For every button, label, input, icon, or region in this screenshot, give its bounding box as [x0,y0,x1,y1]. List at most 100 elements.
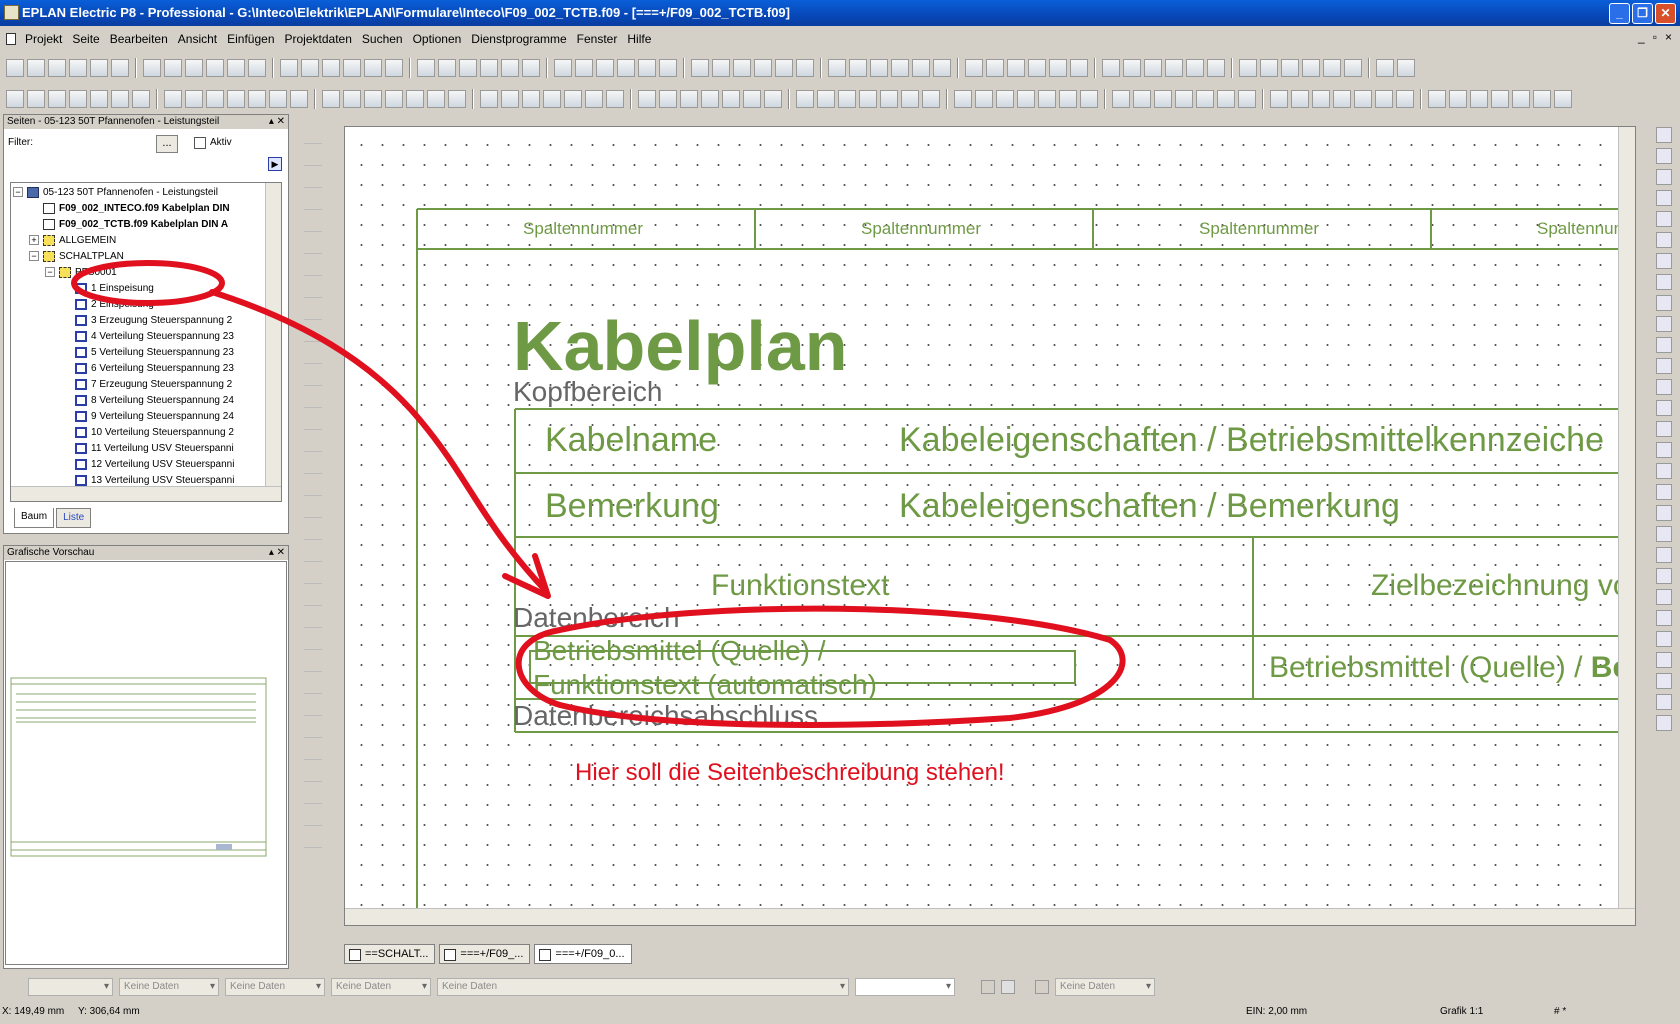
panel-close-icon[interactable]: ▴ ✕ [269,115,285,129]
toolbar-button[interactable] [27,90,45,108]
tree-item[interactable]: 3 Erzeugung Steuerspannung 2 [13,313,234,329]
tool-button[interactable] [304,610,322,628]
filter-button[interactable]: ... [156,135,178,153]
toolbar-button[interactable] [1554,90,1572,108]
tool-button[interactable] [304,698,322,716]
maximize-button[interactable]: ❐ [1632,3,1653,24]
toolbar-button[interactable] [417,59,435,77]
toolbar-button[interactable] [638,90,656,108]
tool-button[interactable] [1656,694,1672,710]
toolbar-button[interactable] [1376,59,1394,77]
tool-button[interactable] [304,368,322,386]
toolbar-button[interactable] [585,90,603,108]
toolbar-button[interactable] [1533,90,1551,108]
toolbar-button[interactable] [522,59,540,77]
tree-item[interactable]: 8 Verteilung Steuerspannung 24 [13,393,234,409]
toolbar-button[interactable] [712,59,730,77]
tool-button[interactable] [1656,400,1672,416]
toolbar-button[interactable] [1059,90,1077,108]
toolbar-button[interactable] [1080,90,1098,108]
tool-button[interactable] [304,302,322,320]
toolbar-button[interactable] [1238,90,1256,108]
toolbar-button[interactable] [870,59,888,77]
toolbar-button[interactable] [1281,59,1299,77]
tree-item[interactable]: 4 Verteilung Steuerspannung 23 [13,329,234,345]
menu-projektdaten[interactable]: Projektdaten [280,32,357,46]
toolbar-button[interactable] [1333,90,1351,108]
toolbar-button[interactable] [206,59,224,77]
tool-button[interactable] [304,742,322,760]
toolbar-button[interactable] [48,59,66,77]
menu-einfuegen[interactable]: Einfügen [222,32,279,46]
collapse-icon[interactable]: − [29,251,39,262]
toolbar-button[interactable] [1512,90,1530,108]
toolbar-button[interactable] [638,59,656,77]
menu-projekt[interactable]: Projekt [20,32,67,46]
toolbar-button[interactable] [1260,59,1278,77]
toolbar-button[interactable] [111,90,129,108]
combo-5[interactable]: Keine Daten [437,978,849,996]
tool-button[interactable] [1656,715,1672,731]
tree-item[interactable]: 9 Verteilung Steuerspannung 24 [13,409,234,425]
toolbar-button[interactable] [1123,59,1141,77]
tool-button[interactable] [304,632,322,650]
toolbar-button[interactable] [501,90,519,108]
toolbar-button[interactable] [1217,90,1235,108]
tree-item[interactable]: 11 Verteilung USV Steuerspanni [13,441,234,457]
tool-button[interactable] [1656,169,1672,185]
close-button[interactable]: ✕ [1655,3,1676,24]
tool-button[interactable] [1656,337,1672,353]
tool-button[interactable] [304,500,322,518]
toolbar-button[interactable] [1144,59,1162,77]
toolbar-button[interactable] [6,90,24,108]
toolbar-button[interactable] [90,59,108,77]
combo-4[interactable]: Keine Daten [331,978,431,996]
tool-button[interactable] [304,830,322,848]
toolbar-button[interactable] [891,59,909,77]
doc-tab-f09-1[interactable]: ===+/F09_... [439,944,531,964]
tool-button[interactable] [304,764,322,782]
tool-button[interactable] [304,654,322,672]
combo-3[interactable]: Keine Daten [225,978,325,996]
menu-ansicht[interactable]: Ansicht [173,32,222,46]
toolbar-button[interactable] [1154,90,1172,108]
toolbar-button[interactable] [438,59,456,77]
tool-button[interactable] [304,324,322,342]
toolbar-button[interactable] [1302,59,1320,77]
toolbar-button[interactable] [385,90,403,108]
tool-button[interactable] [1656,232,1672,248]
toolbar-button[interactable] [185,59,203,77]
toolbar-button[interactable] [164,90,182,108]
tool-button[interactable] [1656,211,1672,227]
menu-hilfe[interactable]: Hilfe [622,32,656,46]
toolbar-button[interactable] [817,90,835,108]
aktiv-checkbox[interactable] [194,137,206,149]
toolbar-button[interactable] [1207,59,1225,77]
toolbar-button[interactable] [543,90,561,108]
doc-restore-button[interactable]: ▫ [1653,30,1657,44]
toolbar-button[interactable] [912,59,930,77]
tool-button[interactable] [304,544,322,562]
toolbar-button[interactable] [1396,90,1414,108]
tool-button[interactable] [304,390,322,408]
tree-item[interactable]: 7 Erzeugung Steuerspannung 2 [13,377,234,393]
toolbar-button[interactable] [838,90,856,108]
toolbar-button[interactable] [185,90,203,108]
tool-button[interactable] [304,566,322,584]
toolbar-button[interactable] [1397,59,1415,77]
toolbar-button[interactable] [69,59,87,77]
tool-button[interactable] [304,236,322,254]
tree-item[interactable]: F09_002_TCTB.f09 Kabelplan DIN A [13,217,234,233]
toolbar-button[interactable] [743,90,761,108]
toolbar-button[interactable] [143,59,161,77]
toolbar-button[interactable] [269,90,287,108]
combo-2[interactable]: Keine Daten [119,978,219,996]
toolbar-button[interactable] [754,59,772,77]
property-icon-1[interactable] [981,980,995,994]
toolbar-button[interactable] [301,59,319,77]
menu-bearbeiten[interactable]: Bearbeiten [105,32,173,46]
tab-liste[interactable]: Liste [56,508,92,528]
toolbar-button[interactable] [448,90,466,108]
toolbar-button[interactable] [617,59,635,77]
toolbar-button[interactable] [1049,59,1067,77]
